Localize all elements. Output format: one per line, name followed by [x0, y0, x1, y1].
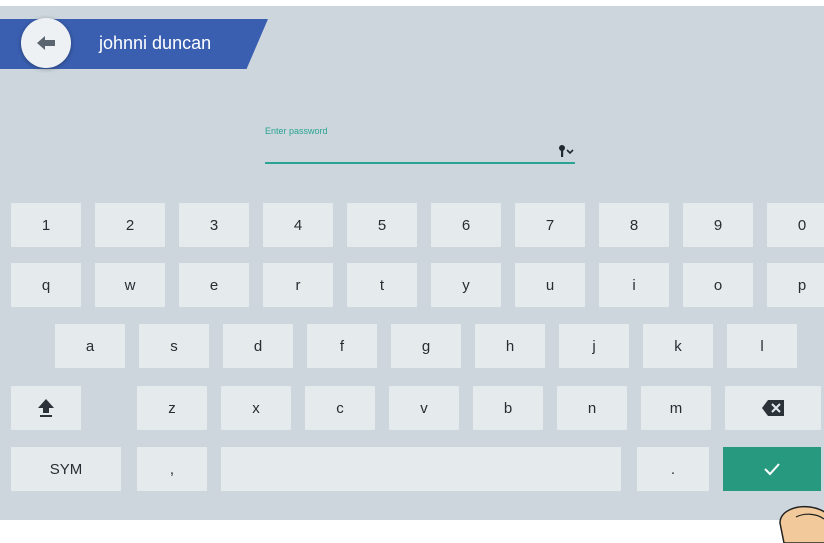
key-3[interactable]: 3	[179, 203, 249, 247]
key-p[interactable]: p	[767, 263, 824, 307]
shift-arrow-icon	[38, 399, 54, 417]
password-input[interactable]	[265, 136, 575, 164]
key-8[interactable]: 8	[599, 203, 669, 247]
key-i[interactable]: i	[599, 263, 669, 307]
key-5[interactable]: 5	[347, 203, 417, 247]
key-a[interactable]: a	[55, 324, 125, 368]
key-1[interactable]: 1	[11, 203, 81, 247]
key-7[interactable]: 7	[515, 203, 585, 247]
space-key[interactable]	[221, 447, 621, 491]
back-arrow-icon	[37, 36, 55, 50]
checkmark-icon	[764, 463, 780, 476]
backspace-key[interactable]	[725, 386, 821, 430]
key-e[interactable]: e	[179, 263, 249, 307]
key-2[interactable]: 2	[95, 203, 165, 247]
key-f[interactable]: f	[307, 324, 377, 368]
key-9[interactable]: 9	[683, 203, 753, 247]
key-r[interactable]: r	[263, 263, 333, 307]
key-0[interactable]: 0	[767, 203, 824, 247]
key-y[interactable]: y	[431, 263, 501, 307]
key-x[interactable]: x	[221, 386, 291, 430]
key-t[interactable]: t	[347, 263, 417, 307]
shift-key[interactable]	[11, 386, 81, 430]
user-name: johnni duncan	[99, 33, 212, 53]
key-l[interactable]: l	[727, 324, 797, 368]
key-u[interactable]: u	[515, 263, 585, 307]
key-n[interactable]: n	[557, 386, 627, 430]
period-key[interactable]: .	[637, 447, 709, 491]
key-w[interactable]: w	[95, 263, 165, 307]
comma-key[interactable]: ,	[137, 447, 207, 491]
key-g[interactable]: g	[391, 324, 461, 368]
sym-key[interactable]: SYM	[11, 447, 121, 491]
key-4[interactable]: 4	[263, 203, 333, 247]
key-m[interactable]: m	[641, 386, 711, 430]
key-q[interactable]: q	[11, 263, 81, 307]
key-s[interactable]: s	[139, 324, 209, 368]
key-h[interactable]: h	[475, 324, 545, 368]
key-c[interactable]: c	[305, 386, 375, 430]
key-j[interactable]: j	[559, 324, 629, 368]
key-o[interactable]: o	[683, 263, 753, 307]
key-6[interactable]: 6	[431, 203, 501, 247]
hand-pointer-icon	[779, 505, 824, 543]
key-z[interactable]: z	[137, 386, 207, 430]
enter-key[interactable]	[723, 447, 821, 491]
key-k[interactable]: k	[643, 324, 713, 368]
screen: johnni duncan Enter password 1234567890 q…	[0, 6, 824, 543]
backspace-icon	[762, 400, 784, 416]
key-b[interactable]: b	[473, 386, 543, 430]
key-d[interactable]: d	[223, 324, 293, 368]
show-password-key-icon[interactable]	[557, 144, 579, 158]
key-v[interactable]: v	[389, 386, 459, 430]
back-button[interactable]	[21, 18, 71, 68]
password-label: Enter password	[265, 126, 328, 136]
